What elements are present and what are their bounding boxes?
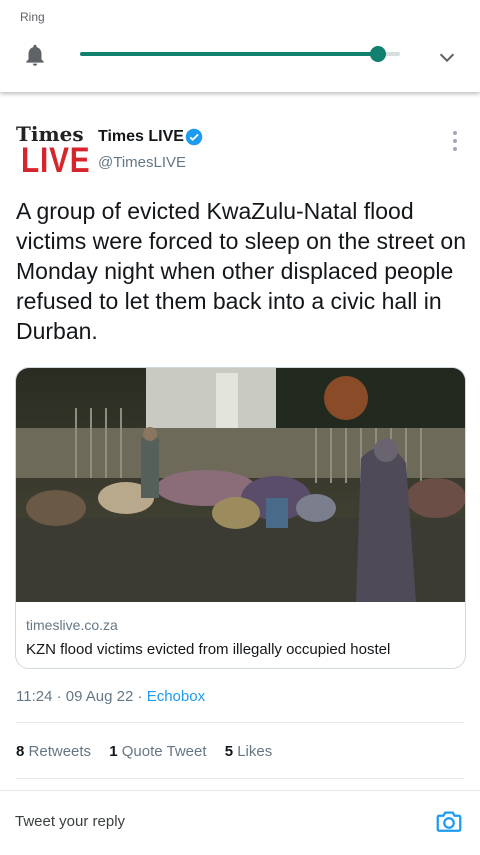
reply-bar: Tweet your reply xyxy=(0,790,480,855)
tweet-meta: 11:24 · 09 Aug 22 · Echobox xyxy=(16,688,205,705)
ring-label: Ring xyxy=(20,10,45,24)
slider-fill xyxy=(80,52,378,56)
volume-panel: Ring xyxy=(0,0,480,92)
tweet-text: A group of evicted KwaZulu-Natal flood v… xyxy=(16,198,466,344)
tweet-source-link[interactable]: Echobox xyxy=(147,688,205,705)
likes-stat[interactable]: 5 Likes xyxy=(225,743,273,760)
author-row: Times LIVE Times LIVE @TimesLIVE xyxy=(0,124,480,184)
card-title: KZN flood victims evicted from illegally… xyxy=(26,641,391,658)
volume-slider[interactable] xyxy=(80,46,400,62)
meta-separator: · xyxy=(137,688,147,705)
tweet-date: 09 Aug 22 xyxy=(65,688,134,705)
display-name[interactable]: Times LIVE xyxy=(98,128,184,146)
camera-icon[interactable] xyxy=(434,807,464,837)
divider xyxy=(16,778,464,779)
chevron-down-icon[interactable] xyxy=(436,46,458,68)
divider xyxy=(16,722,464,723)
retweets-stat[interactable]: 8 Retweets xyxy=(16,743,91,760)
slider-thumb[interactable] xyxy=(369,46,386,62)
avatar-logo-bottom: LIVE xyxy=(20,141,91,180)
verified-badge-icon xyxy=(185,128,203,146)
quote-tweets-stat[interactable]: 1 Quote Tweet xyxy=(109,743,206,760)
card-domain: timeslive.co.za xyxy=(26,617,118,633)
link-card[interactable]: timeslive.co.za KZN flood victims evicte… xyxy=(15,367,466,669)
avatar[interactable]: Times LIVE xyxy=(16,124,91,180)
handle[interactable]: @TimesLIVE xyxy=(98,154,186,171)
bell-icon[interactable] xyxy=(22,42,48,68)
reply-input[interactable]: Tweet your reply xyxy=(15,813,125,830)
more-options-icon[interactable] xyxy=(448,126,462,156)
card-image[interactable] xyxy=(16,368,465,602)
tweet-time: 11:24 xyxy=(16,688,53,705)
meta-separator: · xyxy=(56,688,66,705)
tweet-stats: 8 Retweets 1 Quote Tweet 5 Likes xyxy=(16,743,286,760)
